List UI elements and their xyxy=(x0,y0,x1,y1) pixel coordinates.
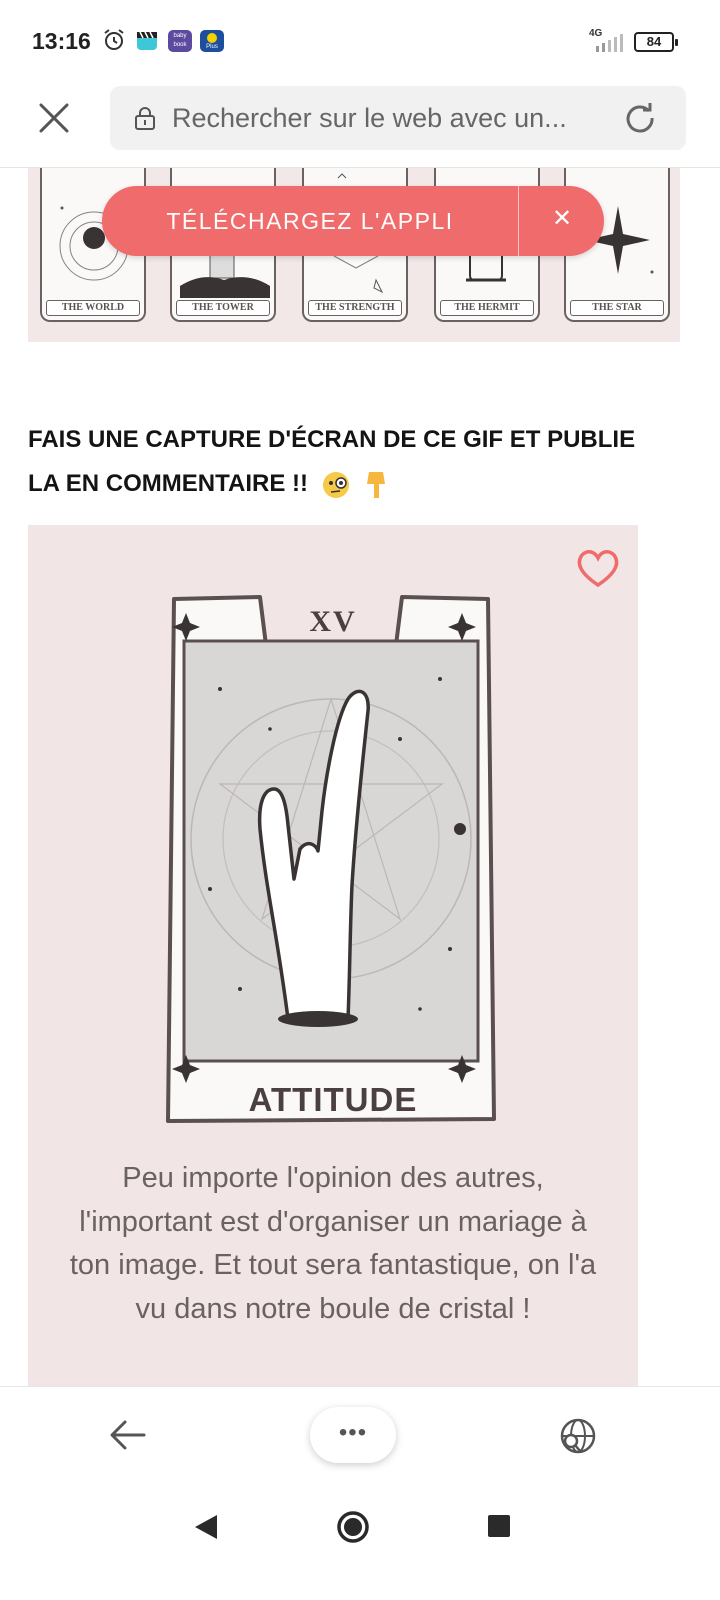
card-caption: Peu importe l'opinion des autres, l'impo… xyxy=(69,1162,597,1325)
more-button[interactable]: ••• xyxy=(310,1407,396,1463)
signal-icon xyxy=(596,34,623,52)
babybook-app-icon: baby book xyxy=(168,30,192,52)
download-app-button[interactable]: TÉLÉCHARGEZ L'APPLI xyxy=(102,186,518,256)
card-label: THE HERMIT xyxy=(440,300,534,316)
status-time: 13:16 xyxy=(32,28,91,54)
download-app-banner[interactable]: TÉLÉCHARGEZ L'APPLI ✕ xyxy=(102,186,604,256)
lock-icon xyxy=(135,107,155,130)
card-numeral: XV xyxy=(309,605,357,638)
page-content[interactable]: THE WORLD THE TOWER THE STRENGTH THE HER… xyxy=(0,168,720,1386)
nav-recents-icon[interactable] xyxy=(488,1515,510,1537)
card-label: THE STRENGTH xyxy=(308,300,402,316)
nav-back-icon[interactable] xyxy=(193,1513,219,1541)
url-placeholder: Rechercher sur le web avec un... xyxy=(172,103,567,133)
banner-close-button[interactable]: ✕ xyxy=(520,186,604,256)
status-bar: 13:16 baby book Plus 4G 84 xyxy=(0,0,720,84)
nav-home-icon[interactable] xyxy=(336,1510,370,1544)
reload-icon[interactable] xyxy=(622,100,658,136)
battery-icon: 84 xyxy=(634,32,678,52)
attitude-tarot-card-art xyxy=(166,595,496,1123)
banner-divider xyxy=(518,186,519,256)
browser-toolbar: Rechercher sur le web avec un... xyxy=(0,84,720,168)
lidl-plus-label: Plus xyxy=(206,44,218,50)
system-navigation-bar xyxy=(0,1482,720,1600)
card-label: THE STAR xyxy=(570,300,664,316)
monocle-face-emoji xyxy=(322,471,349,498)
translate-icon[interactable] xyxy=(558,1417,598,1455)
card-label: THE TOWER xyxy=(176,300,270,316)
card-title: ATTITUDE xyxy=(248,1081,418,1118)
back-arrow-icon[interactable] xyxy=(108,1417,148,1453)
card-label: THE WORLD xyxy=(46,300,140,316)
close-icon[interactable] xyxy=(34,98,74,138)
alarm-icon xyxy=(104,29,124,50)
heart-icon[interactable] xyxy=(574,545,622,589)
clapper-app-icon xyxy=(137,31,157,50)
article-heading: FAIS UNE CAPTURE D'ÉCRAN DE CE GIF ET PU… xyxy=(28,418,668,506)
search-input[interactable]: Rechercher sur le web avec un... xyxy=(110,86,686,150)
tarot-gif: XV ATTITUDE Peu importe l'opinion des au… xyxy=(28,525,638,1386)
lidl-plus-app-icon: Plus xyxy=(200,30,224,52)
browser-bottom-bar: ••• xyxy=(0,1386,720,1482)
pointing-down-emoji xyxy=(367,471,386,498)
